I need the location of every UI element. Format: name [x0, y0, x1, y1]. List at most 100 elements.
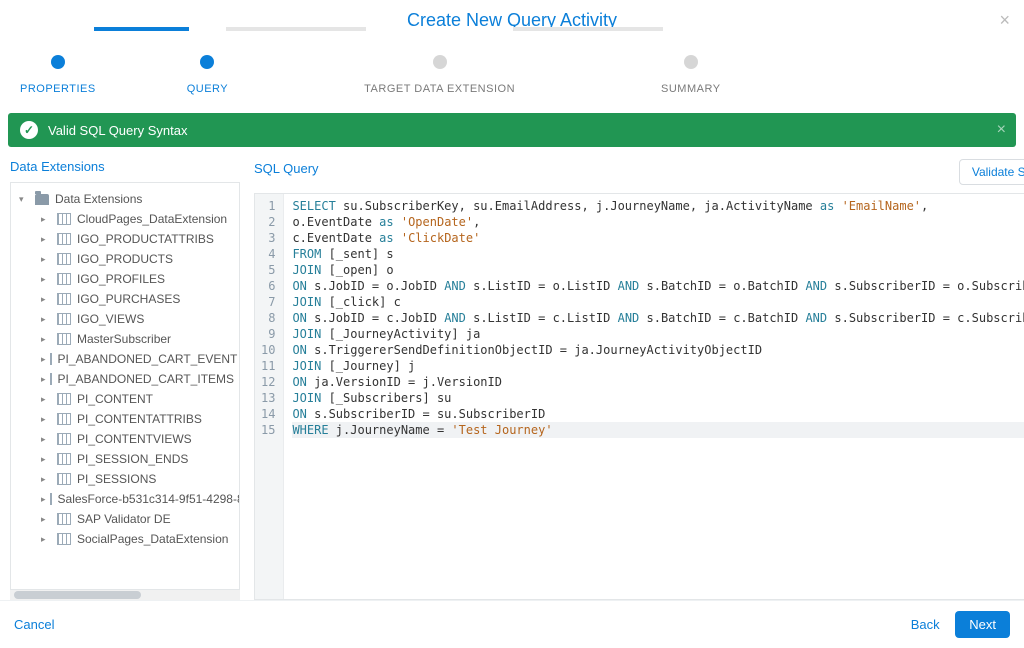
code-line[interactable]: ON s.TriggererSendDefinitionObjectID = j… — [292, 342, 1024, 358]
tree-item[interactable]: ▸ IGO_VIEWS — [37, 309, 235, 329]
tree-item[interactable]: ▸PI_CONTENTVIEWS — [37, 429, 235, 449]
validate-syntax-button[interactable]: Validate Syntax — [959, 159, 1024, 185]
chevron-right-icon: ▸ — [41, 454, 53, 465]
next-button[interactable]: Next — [955, 611, 1010, 638]
step-summary[interactable]: SUMMARY — [661, 55, 721, 95]
code-line[interactable]: WHERE j.JourneyName = 'Test Journey' — [292, 422, 1024, 438]
step-label: TARGET DATA EXTENSION — [364, 83, 515, 95]
code-line[interactable]: ON s.SubscriberID = su.SubscriberID — [292, 406, 1024, 422]
right-panel: SQL Query Validate Syntax 12345678910111… — [254, 159, 1024, 600]
step-dot-icon — [51, 55, 65, 69]
chevron-right-icon: ▸ — [41, 274, 53, 285]
tree-item-label: PI_CONTENTVIEWS — [77, 432, 192, 446]
chevron-right-icon: ▸ — [41, 534, 53, 545]
tree-item[interactable]: ▸PI_CONTENT — [37, 389, 235, 409]
code-line[interactable]: JOIN [_Subscribers] su — [292, 390, 1024, 406]
tree-root-node[interactable]: ▾ Data Extensions — [15, 189, 235, 209]
data-extension-icon — [57, 513, 71, 525]
folder-icon — [35, 194, 49, 205]
code-area[interactable]: SELECT su.SubscriberKey, su.EmailAddress… — [284, 194, 1024, 599]
tree-item[interactable]: ▸SAP Validator DE — [37, 509, 235, 529]
chevron-right-icon: ▸ — [41, 494, 46, 505]
modal-body: Data Extensions ▾ Data Extensions ▸Cloud… — [0, 147, 1024, 600]
check-icon: ✓ — [20, 121, 38, 139]
success-banner: ✓ Valid SQL Query Syntax × — [8, 113, 1016, 147]
code-line[interactable]: FROM [_sent] s — [292, 246, 1024, 262]
step-properties[interactable]: PROPERTIES — [20, 55, 96, 95]
data-extension-icon — [57, 253, 71, 265]
left-title: Data Extensions — [10, 159, 240, 174]
step-target-data-extension[interactable]: TARGET DATA EXTENSION — [364, 55, 515, 95]
chevron-down-icon: ▾ — [19, 194, 31, 205]
data-extension-icon — [57, 233, 71, 245]
code-line[interactable]: JOIN [_open] o — [292, 262, 1024, 278]
back-button[interactable]: Back — [911, 617, 940, 632]
banner-close-icon[interactable]: × — [997, 121, 1006, 139]
tree-item-label: IGO_PRODUCTATTRIBS — [77, 232, 214, 246]
tree-item[interactable]: ▸ PI_SESSION_ENDS — [37, 449, 235, 469]
sql-editor[interactable]: 123456789101112131415 SELECT su.Subscrib… — [254, 193, 1024, 600]
code-line[interactable]: JOIN [_click] c — [292, 294, 1024, 310]
horizontal-scrollbar[interactable] — [10, 590, 240, 600]
data-extension-icon — [50, 353, 52, 365]
code-line[interactable]: ON s.JobID = c.JobID AND s.ListID = c.Li… — [292, 310, 1024, 326]
code-line[interactable]: JOIN [_Journey] j — [292, 358, 1024, 374]
code-line[interactable]: ON s.JobID = o.JobID AND s.ListID = o.Li… — [292, 278, 1024, 294]
tree-item[interactable]: ▸IGO_PURCHASES — [37, 289, 235, 309]
data-extension-icon — [50, 493, 52, 505]
code-line[interactable]: c.EventDate as 'ClickDate' — [292, 230, 1024, 246]
chevron-right-icon: ▸ — [41, 414, 53, 425]
code-line[interactable]: o.EventDate as 'OpenDate', — [292, 214, 1024, 230]
modal-header: Create New Query Activity × — [0, 0, 1024, 37]
step-label: PROPERTIES — [20, 83, 96, 95]
tree-root-label: Data Extensions — [55, 192, 142, 206]
tree-item[interactable]: ▸ PI_ABANDONED_CART_EVENT — [37, 349, 235, 369]
close-icon[interactable]: × — [999, 10, 1010, 31]
tree-item-label: IGO_VIEWS — [77, 312, 144, 326]
cancel-button[interactable]: Cancel — [14, 617, 54, 632]
data-extension-icon — [57, 533, 71, 545]
tree-item-label: IGO_PRODUCTS — [77, 252, 173, 266]
tree-item[interactable]: ▸MasterSubscriber — [37, 329, 235, 349]
data-extension-icon — [57, 413, 71, 425]
tree-item[interactable]: ▸ PI_CONTENTATTRIBS — [37, 409, 235, 429]
step-label: SUMMARY — [661, 83, 721, 95]
modal: Create New Query Activity × PROPERTIES Q… — [0, 0, 1024, 648]
data-extension-icon — [57, 313, 71, 325]
tree-item[interactable]: ▸IGO_PRODUCTATTRIBS — [37, 229, 235, 249]
code-line[interactable]: SELECT su.SubscriberKey, su.EmailAddress… — [292, 198, 1024, 214]
tree-item-label: PI_SESSION_ENDS — [77, 452, 188, 466]
data-extension-icon — [57, 333, 71, 345]
code-line[interactable]: JOIN [_JourneyActivity] ja — [292, 326, 1024, 342]
tree-item-label: PI_ABANDONED_CART_ITEMS — [58, 372, 235, 386]
tree-item[interactable]: ▸IGO_PROFILES — [37, 269, 235, 289]
chevron-right-icon: ▸ — [41, 314, 53, 325]
tree-item-label: PI_CONTENTATTRIBS — [77, 412, 202, 426]
tree-item-label: CloudPages_DataExtension — [77, 212, 227, 226]
data-extensions-tree[interactable]: ▾ Data Extensions ▸CloudPages_DataExtens… — [10, 182, 240, 590]
step-dot-icon — [433, 55, 447, 69]
tree-item[interactable]: ▸SalesForce-b531c314-9f51-4298-8 — [37, 489, 235, 509]
chevron-right-icon: ▸ — [41, 514, 53, 525]
modal-footer: Cancel Back Next — [0, 600, 1024, 648]
data-extension-icon — [57, 273, 71, 285]
chevron-right-icon: ▸ — [41, 354, 46, 365]
chevron-right-icon: ▸ — [41, 474, 53, 485]
data-extension-icon — [57, 453, 71, 465]
chevron-right-icon: ▸ — [41, 254, 53, 265]
tree-item[interactable]: ▸ IGO_PRODUCTS — [37, 249, 235, 269]
data-extension-icon — [57, 393, 71, 405]
code-line[interactable]: ON ja.VersionID = j.VersionID — [292, 374, 1024, 390]
tree-item[interactable]: ▸SocialPages_DataExtension — [37, 529, 235, 549]
tree-item-label: IGO_PURCHASES — [77, 292, 180, 306]
tree-item[interactable]: ▸PI_SESSIONS — [37, 469, 235, 489]
tree-item-label: SalesForce-b531c314-9f51-4298-8 — [58, 492, 240, 506]
data-extension-icon — [57, 433, 71, 445]
step-label: QUERY — [187, 83, 228, 95]
step-query[interactable]: QUERY — [187, 55, 228, 95]
tree-item[interactable]: ▸PI_ABANDONED_CART_ITEMS — [37, 369, 235, 389]
tree-item[interactable]: ▸CloudPages_DataExtension — [37, 209, 235, 229]
data-extension-icon — [57, 473, 71, 485]
step-dot-icon — [684, 55, 698, 69]
tree-item-label: PI_ABANDONED_CART_EVENT — [58, 352, 238, 366]
